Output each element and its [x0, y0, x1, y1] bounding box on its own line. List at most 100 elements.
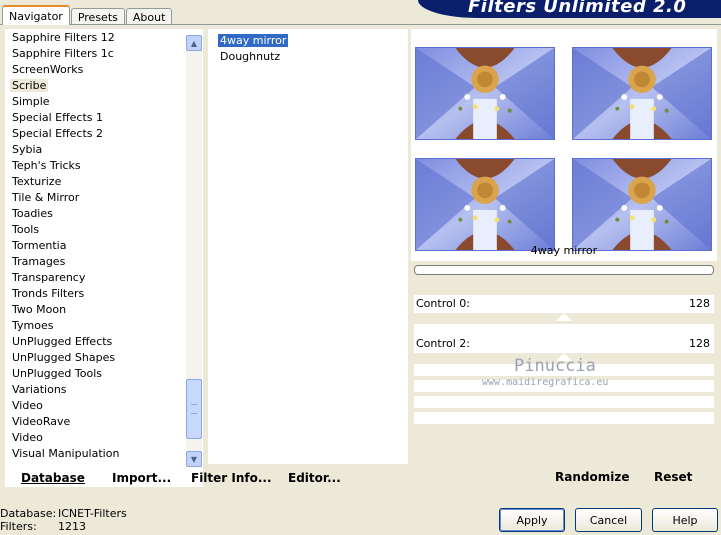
list-item[interactable]: Tormentia — [5, 238, 185, 254]
list-item-label: Sybia — [12, 143, 43, 156]
list-toolbar: Database Import... Filter Info... Editor… — [5, 465, 409, 491]
banner-title: Filters Unlimited 2.0 — [468, 0, 687, 17]
list-item[interactable]: Tramages — [5, 254, 185, 270]
list-item[interactable]: UnPlugged Effects — [5, 334, 185, 350]
list-item-label: Simple — [12, 95, 50, 108]
list-item[interactable]: Video — [5, 398, 185, 414]
control-value: 128 — [689, 297, 710, 310]
list-item-label: Variations — [12, 383, 67, 396]
list-item-label: Special Effects 2 — [12, 127, 104, 140]
list-item[interactable]: Video — [5, 430, 185, 446]
filter-list[interactable]: 4way mirror Doughnutz — [207, 29, 408, 464]
scroll-up-button[interactable]: ▲ — [186, 35, 202, 51]
list-item-label: Scribe — [10, 79, 49, 92]
list-item-label: Tools — [12, 223, 40, 236]
list-item[interactable]: Two Moon — [5, 302, 185, 318]
list-item-label: Video — [12, 431, 43, 444]
list-item-label: Transparency — [12, 271, 86, 284]
list-item[interactable]: Special Effects 1 — [5, 110, 185, 126]
list-item[interactable]: Sybia — [5, 142, 185, 158]
list-item-label: Tymoes — [12, 319, 54, 332]
category-list[interactable]: Sapphire Filters 12 Sapphire Filters 1c Sc… — [5, 29, 185, 469]
list-item-label: UnPlugged Shapes — [12, 351, 116, 364]
control-toolbar: Randomize Reset — [414, 464, 714, 490]
control-row — [414, 396, 714, 408]
filter-info-button[interactable]: Filter Info... — [191, 471, 272, 485]
list-item[interactable]: Tile & Mirror — [5, 190, 185, 206]
list-item-label: VideoRave — [12, 415, 71, 428]
list-item-label: Sapphire Filters 12 — [12, 31, 115, 44]
list-item-label: Toadies — [12, 207, 53, 220]
list-item[interactable]: Tymoes — [5, 318, 185, 334]
scroll-thumb[interactable] — [186, 379, 202, 439]
list-item-label: Tramages — [12, 255, 66, 268]
list-item[interactable]: Special Effects 2 — [5, 126, 185, 142]
list-item-label: ScreenWorks — [12, 63, 84, 76]
editor-button[interactable]: Editor... — [288, 471, 341, 485]
list-item[interactable]: Variations — [5, 382, 185, 398]
status-database-label: Database: — [0, 507, 57, 520]
list-item[interactable]: Sapphire Filters 1c — [5, 46, 185, 62]
list-item[interactable]: Simple — [5, 94, 185, 110]
control-label: Control 0: — [416, 297, 470, 310]
progress-bar — [414, 265, 714, 275]
list-item[interactable]: Toadies — [5, 206, 185, 222]
control-label: Control 2: — [416, 337, 470, 350]
preview-thumbnail — [415, 47, 555, 140]
database-button[interactable]: Database — [21, 471, 85, 485]
control-row: Control 0: 128 — [414, 295, 714, 313]
reset-button[interactable]: Reset — [654, 470, 692, 484]
list-item[interactable]: Teph's Tricks — [5, 158, 185, 174]
list-item[interactable]: ScreenWorks — [5, 62, 185, 78]
watermark-url: www.maidiregrafica.eu — [482, 377, 609, 388]
list-item[interactable]: UnPlugged Shapes — [5, 350, 185, 366]
tab-navigator[interactable]: Navigator — [2, 5, 70, 25]
list-item[interactable]: Tools — [5, 222, 185, 238]
list-item-label: Video — [12, 399, 43, 412]
status-filters-value: 1213 — [58, 520, 86, 533]
control-slider[interactable] — [414, 313, 714, 323]
control-row: Control 2: 128 — [414, 335, 714, 353]
list-item-label: Tormentia — [12, 239, 67, 252]
list-item[interactable]: Scribe — [5, 78, 185, 94]
randomize-button[interactable]: Randomize — [555, 470, 629, 484]
help-button[interactable]: Help — [652, 508, 718, 532]
mirrored-photo-preview — [416, 159, 554, 250]
list-item-label: Special Effects 1 — [12, 111, 104, 124]
list-item-label: Two Moon — [12, 303, 67, 316]
list-item-label: Doughnutz — [220, 50, 281, 63]
list-item[interactable]: Transparency — [5, 270, 185, 286]
control-row — [414, 412, 714, 424]
chevron-up-icon: ▲ — [190, 38, 198, 48]
list-item-label: Visual Manipulation — [12, 447, 120, 460]
category-scrollbar[interactable]: ▲ ▼ — [186, 35, 202, 467]
list-item[interactable]: 4way mirror — [208, 33, 408, 49]
control-value: 128 — [689, 337, 710, 350]
mirrored-photo-preview — [573, 159, 711, 250]
title-banner: Filters Unlimited 2.0 — [418, 0, 721, 18]
preview-thumbnail — [572, 158, 712, 251]
status-database-value: ICNET-Filters — [58, 507, 127, 520]
mirrored-photo-preview — [573, 48, 711, 139]
list-item[interactable]: VideoRave — [5, 414, 185, 430]
tab-bar: Navigator Presets About — [2, 5, 173, 25]
list-item[interactable]: Doughnutz — [208, 49, 408, 65]
tab-about[interactable]: About — [125, 8, 173, 25]
mirrored-photo-preview — [416, 48, 554, 139]
list-item-label: 4way mirror — [218, 34, 289, 47]
list-item[interactable]: Texturize — [5, 174, 185, 190]
status-area: Database: ICNET-Filters Filters: 1213 — [0, 507, 127, 533]
list-item-label: Texturize — [12, 175, 62, 188]
slider-thumb[interactable] — [556, 313, 572, 321]
preview-thumbnail — [572, 47, 712, 140]
apply-button[interactable]: Apply — [499, 508, 565, 532]
cancel-button[interactable]: Cancel — [575, 508, 642, 532]
list-item[interactable]: Visual Manipulation — [5, 446, 185, 462]
preview-thumbnail — [415, 158, 555, 251]
list-item[interactable]: Sapphire Filters 12 — [5, 30, 185, 46]
list-item[interactable]: Tronds Filters — [5, 286, 185, 302]
chevron-down-icon: ▼ — [190, 454, 198, 464]
import-button[interactable]: Import... — [112, 471, 171, 485]
tab-presets[interactable]: Presets — [70, 8, 125, 25]
list-item[interactable]: UnPlugged Tools — [5, 366, 185, 382]
